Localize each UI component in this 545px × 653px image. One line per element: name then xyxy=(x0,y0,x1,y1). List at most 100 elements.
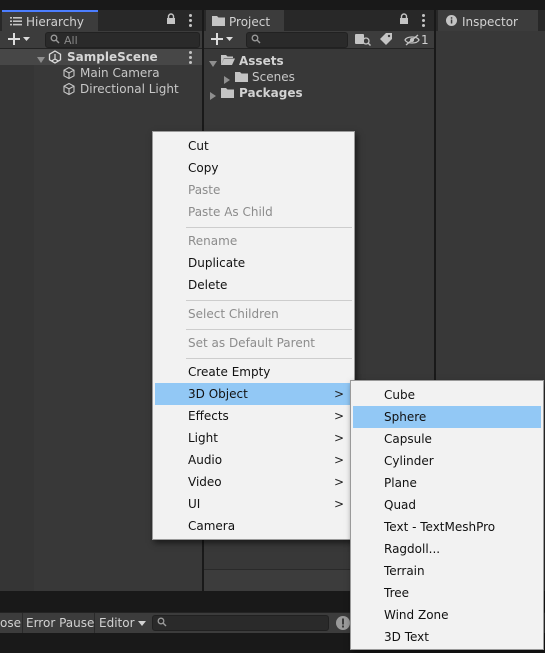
chevron-down-icon xyxy=(137,616,146,630)
menu-item-create-empty[interactable]: Create Empty xyxy=(155,361,352,383)
console-search-input[interactable] xyxy=(152,615,329,631)
menu-item-label: Copy xyxy=(188,161,219,175)
hierarchy-search-input[interactable]: All xyxy=(45,32,200,48)
tab-inspector[interactable]: Inspector xyxy=(438,10,538,31)
label-tag-icon[interactable] xyxy=(380,33,392,48)
info-icon xyxy=(446,14,457,29)
menu-item-video[interactable]: Video > xyxy=(155,471,352,493)
menu-item-label: Duplicate xyxy=(188,256,246,270)
create-plus-dropdown[interactable] xyxy=(210,32,234,49)
scene-row[interactable]: SampleScene xyxy=(0,49,202,65)
menu-item-camera[interactable]: Camera xyxy=(155,515,352,537)
submenu-item-label: 3D Text xyxy=(384,630,429,644)
submenu-item-3d-text[interactable]: 3D Text xyxy=(353,626,541,648)
menu-item-select-children: Select Children xyxy=(155,303,352,325)
submenu-item-ragdoll[interactable]: Ragdoll... xyxy=(353,538,541,560)
folder-row-assets[interactable]: Assets xyxy=(204,53,434,69)
menu-separator xyxy=(186,300,352,301)
folder-icon xyxy=(221,87,234,101)
submenu-item-label: Quad xyxy=(384,498,417,512)
menu-item-effects[interactable]: Effects > xyxy=(155,405,352,427)
menu-item-audio[interactable]: Audio > xyxy=(155,449,352,471)
submenu-arrow-icon: > xyxy=(333,409,344,423)
folder-row-packages[interactable]: Packages xyxy=(204,85,434,101)
hidden-packages-count: 1 xyxy=(421,33,429,47)
menu-item-ui[interactable]: UI > xyxy=(155,493,352,515)
project-search-input[interactable] xyxy=(246,32,348,48)
menu-item-label: Delete xyxy=(188,278,228,292)
submenu-item-label: Cylinder xyxy=(384,454,434,468)
submenu-item-label: Cube xyxy=(384,388,415,402)
scene-name: SampleScene xyxy=(67,50,158,64)
submenu-item-cube[interactable]: Cube xyxy=(353,384,541,406)
menu-item-duplicate[interactable]: Duplicate xyxy=(155,252,352,274)
lock-icon[interactable] xyxy=(399,13,409,28)
search-placeholder: All xyxy=(64,33,78,47)
submenu-item-label: Terrain xyxy=(384,564,425,578)
menu-item-label: Light xyxy=(188,431,218,445)
menu-item-label: Video xyxy=(188,475,222,489)
hierarchy-menu-icon[interactable] xyxy=(189,14,192,29)
submenu-item-label: Sphere xyxy=(384,410,427,424)
search-icon xyxy=(46,34,64,47)
menu-item-label: Camera xyxy=(188,519,236,533)
submenu-item-label: Wind Zone xyxy=(384,608,449,622)
lock-icon[interactable] xyxy=(166,13,176,28)
tab-hierarchy-label: Hierarchy xyxy=(26,14,85,29)
hierarchy-item-label: Directional Light xyxy=(80,82,179,96)
warning-counter-icon[interactable] xyxy=(335,615,351,634)
submenu-item-label: Ragdoll... xyxy=(384,542,441,556)
hierarchy-gutter xyxy=(0,49,34,591)
menu-item-label: Create Empty xyxy=(188,365,271,379)
error-pause-button[interactable]: Error Pause xyxy=(26,613,95,633)
foldout-collapsed-icon[interactable] xyxy=(209,89,217,103)
submenu-item-tree[interactable]: Tree xyxy=(353,582,541,604)
menu-item-3d-object[interactable]: 3D Object > xyxy=(155,383,352,405)
menu-item-label: Cut xyxy=(188,139,209,153)
tab-hierarchy[interactable]: Hierarchy xyxy=(2,10,98,31)
menu-item-copy[interactable]: Copy xyxy=(155,157,352,179)
submenu-item-capsule[interactable]: Capsule xyxy=(353,428,541,450)
submenu-item-text-textmeshpro[interactable]: Text - TextMeshPro xyxy=(353,516,541,538)
menu-item-cut[interactable]: Cut xyxy=(155,135,352,157)
submenu-item-plane[interactable]: Plane xyxy=(353,472,541,494)
hidden-packages-eye-icon[interactable]: 1 xyxy=(404,33,429,47)
menu-item-label: UI xyxy=(188,497,201,511)
submenu-3d-object: Cube Sphere Capsule Cylinder Plane Quad Text -… xyxy=(350,380,544,650)
submenu-item-cylinder[interactable]: Cylinder xyxy=(353,450,541,472)
inspector-tab-bar: Inspector xyxy=(436,10,545,31)
folder-icon xyxy=(212,15,225,29)
project-toolbar: 1 xyxy=(204,31,434,49)
create-plus-dropdown[interactable] xyxy=(7,32,31,46)
menu-item-light[interactable]: Light > xyxy=(155,427,352,449)
submenu-arrow-icon: > xyxy=(333,497,344,511)
collapse-button[interactable]: ose xyxy=(0,613,23,633)
menu-item-label: Select Children xyxy=(188,307,279,321)
search-icon xyxy=(247,34,265,47)
hierarchy-item[interactable]: Directional Light xyxy=(0,81,202,97)
submenu-item-label: Text - TextMeshPro xyxy=(384,520,496,534)
scene-menu-icon[interactable] xyxy=(189,51,192,66)
menu-item-paste-as-child: Paste As Child xyxy=(155,201,352,223)
folder-row-scenes[interactable]: Scenes xyxy=(204,69,434,85)
submenu-item-label: Tree xyxy=(384,586,410,600)
menu-item-set-as-default-parent: Set as Default Parent xyxy=(155,332,352,354)
open-folder-icon xyxy=(221,54,235,69)
project-menu-icon[interactable] xyxy=(422,14,425,29)
menu-item-delete[interactable]: Delete xyxy=(155,274,352,296)
menu-separator xyxy=(186,358,352,359)
submenu-item-label: Plane xyxy=(384,476,417,490)
submenu-item-sphere[interactable]: Sphere xyxy=(353,406,541,428)
search-by-type-icon[interactable] xyxy=(355,33,371,49)
menu-item-paste: Paste xyxy=(155,179,352,201)
hierarchy-toolbar: All xyxy=(0,31,202,49)
submenu-item-quad[interactable]: Quad xyxy=(353,494,541,516)
editor-dropdown[interactable]: Editor xyxy=(99,613,147,633)
menu-item-rename: Rename xyxy=(155,230,352,252)
search-icon xyxy=(153,617,171,630)
hierarchy-item[interactable]: Main Camera xyxy=(0,65,202,81)
menu-separator xyxy=(186,227,352,228)
tab-project[interactable]: Project xyxy=(206,10,284,31)
submenu-item-terrain[interactable]: Terrain xyxy=(353,560,541,582)
submenu-item-wind-zone[interactable]: Wind Zone xyxy=(353,604,541,626)
